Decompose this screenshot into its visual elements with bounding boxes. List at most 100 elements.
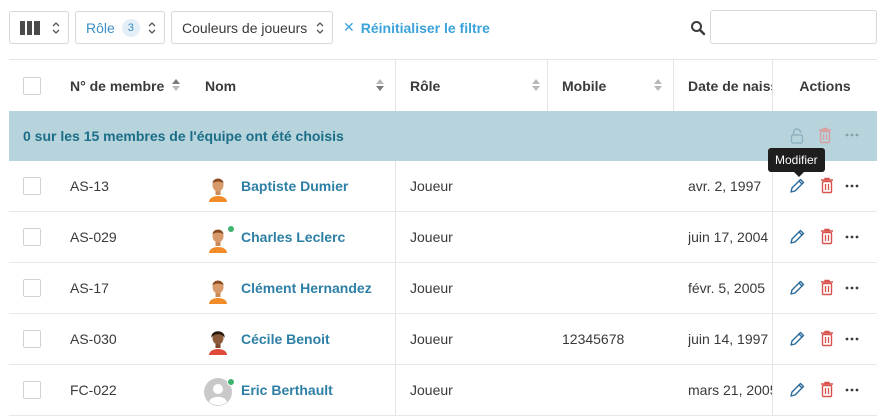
player-avatar-orange [204,174,232,202]
reset-filter-button[interactable]: ✕ Réinitialiser le filtre [343,19,490,36]
table-row[interactable]: FC-022 Eric Berthault Joueur mars 21, 2005 [9,365,877,416]
more-icon[interactable] [845,128,859,142]
column-member-number-label: N° de membre [70,77,165,94]
member-role: Joueur [410,178,453,194]
selection-banner-text: 0 sur les 15 membres de l'équipe ont été… [23,128,344,144]
column-divider [772,314,773,364]
role-filter-label: Rôle [86,19,115,36]
more-icon[interactable] [845,383,863,401]
column-birth-date-label: Date de naissa [688,77,772,94]
more-icon[interactable] [845,179,863,197]
member-name-link[interactable]: Eric Berthault [241,382,333,398]
member-name-cell: Baptiste Dumier [241,161,395,211]
sort-icon[interactable] [172,79,180,91]
column-divider [772,365,773,415]
member-number: FC-022 [70,382,117,398]
edit-tooltip: Modifier [768,148,825,177]
column-role[interactable]: Rôle [410,60,540,111]
search-input[interactable] [710,10,877,44]
sort-icon[interactable] [654,79,662,91]
column-name[interactable]: Nom [205,60,375,111]
role-filter[interactable]: Rôle 3 [75,11,165,44]
member-role: Joueur [410,280,453,296]
member-number: AS-029 [70,229,117,245]
member-mobile [562,365,672,415]
edit-icon[interactable] [788,330,806,348]
select-all-checkbox[interactable] [23,77,41,95]
columns-icon [20,20,40,35]
chevron-updown-icon [316,22,324,34]
column-divider [395,60,396,112]
table-row[interactable]: AS-17 Clément Hernandez Joueur févr. 5, 200… [9,263,877,314]
member-mobile: 12345678 [562,331,625,347]
member-name-cell: Cécile Benoit [241,314,395,364]
trash-icon[interactable] [820,228,838,246]
column-birth-date[interactable]: Date de naissa [688,60,772,111]
chevron-updown-icon [148,22,156,34]
member-name-link[interactable]: Clément Hernandez [241,280,372,296]
edit-tooltip-text: Modifier [775,153,818,167]
member-name-link[interactable]: Baptiste Dumier [241,178,348,194]
member-birth-date: mars 21, 2005 [688,382,772,398]
role-filter-count-badge: 3 [121,18,140,37]
more-icon[interactable] [845,281,863,299]
edit-icon[interactable] [788,228,806,246]
member-birth-date: juin 14, 1997 [688,331,769,347]
member-birth-date: juin 17, 2004 [688,229,769,245]
row-checkbox[interactable] [23,330,41,348]
member-name-cell: Clément Hernandez [241,263,395,313]
row-checkbox[interactable] [23,177,41,195]
trash-icon[interactable] [820,330,838,348]
column-divider [395,161,396,211]
close-icon: ✕ [343,19,355,35]
member-name-link[interactable]: Cécile Benoit [241,331,330,347]
search-icon[interactable] [690,20,706,36]
column-actions: Actions [773,60,877,111]
table-row[interactable]: AS-029 Charles Leclerc Joueur juin 17, 2004 [9,212,877,263]
player-avatar-orange [204,276,232,304]
columns-button[interactable] [9,11,69,44]
edit-icon[interactable] [788,177,806,195]
member-name-cell: Eric Berthault [241,365,395,415]
more-icon[interactable] [845,230,863,248]
edit-icon[interactable] [788,279,806,297]
member-name-cell: Charles Leclerc [241,212,395,262]
trash-icon[interactable] [818,127,832,144]
trash-icon[interactable] [820,381,838,399]
row-checkbox[interactable] [23,279,41,297]
row-checkbox[interactable] [23,228,41,246]
column-mobile-label: Mobile [562,77,607,94]
trash-icon[interactable] [820,177,838,195]
row-checkbox[interactable] [23,381,41,399]
selection-banner: 0 sur les 15 membres de l'équipe ont été… [9,111,877,161]
table-header: N° de membre Nom Rôle Mobile Date de nai… [9,59,877,112]
reset-filter-label: Réinitialiser le filtre [360,19,490,36]
member-number: AS-17 [70,280,109,296]
member-mobile [562,212,672,262]
column-mobile[interactable]: Mobile [562,60,662,111]
more-icon[interactable] [845,332,863,350]
table-row[interactable]: AS-030 Cécile Benoit Joueur 12345678 juin 14… [9,314,877,365]
member-role: Joueur [410,382,453,398]
table-row[interactable]: AS-13 Baptiste Dumier Joueur avr. 2, 1997 [9,161,877,212]
member-role: Joueur [410,229,453,245]
column-divider [395,314,396,364]
column-divider [547,60,548,112]
member-number: AS-13 [70,178,109,194]
column-name-label: Nom [205,77,237,94]
sort-icon[interactable] [376,79,384,91]
member-role: Joueur [410,331,453,347]
player-colors-filter[interactable]: Couleurs de joueurs [171,11,333,44]
member-mobile [562,161,672,211]
online-status-dot [227,225,235,233]
sort-icon[interactable] [532,79,540,91]
member-birth-date: févr. 5, 2005 [688,280,766,296]
column-divider [395,212,396,262]
member-name-link[interactable]: Charles Leclerc [241,229,345,245]
lock-icon[interactable] [790,128,804,144]
edit-icon[interactable] [788,381,806,399]
trash-icon[interactable] [820,279,838,297]
player-colors-filter-label: Couleurs de joueurs [182,19,308,36]
column-divider [772,212,773,262]
member-number: AS-030 [70,331,117,347]
